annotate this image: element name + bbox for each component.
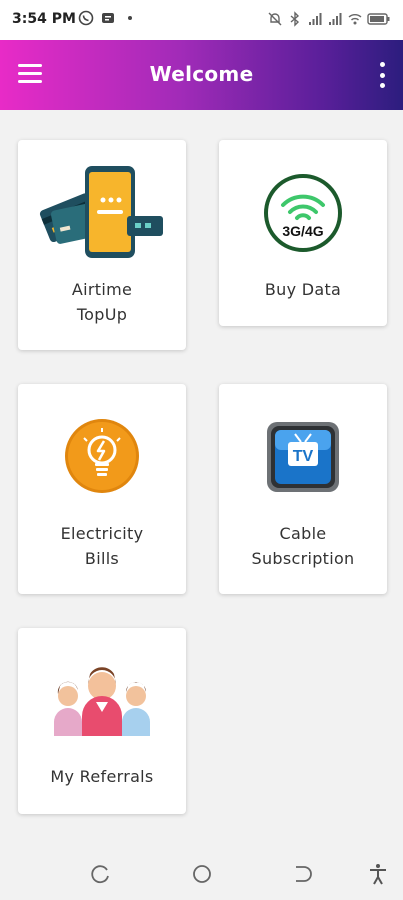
recent-apps-icon[interactable] <box>89 862 113 886</box>
status-time: 3:54 PM <box>12 11 76 27</box>
buy-data-label: Buy Data <box>264 280 342 299</box>
cable-subscription-label: Cable Subscription <box>251 524 355 568</box>
lightbulb-icon <box>18 416 186 496</box>
airtime-topup-label: Airtime TopUp <box>71 280 133 324</box>
cable-subscription-tile[interactable]: TV Cable Subscription <box>219 384 387 594</box>
referrals-people-icon <box>18 662 186 736</box>
system-nav-bar <box>0 848 403 900</box>
my-referrals-tile[interactable]: My Referrals <box>18 628 186 814</box>
my-referrals-label: My Referrals <box>50 767 154 786</box>
accessibility-icon[interactable] <box>366 862 390 886</box>
airtime-topup-tile[interactable]: Airtime TopUp <box>18 140 186 350</box>
message-icon <box>102 13 114 23</box>
electricity-bills-tile[interactable]: Electricity Bills <box>18 384 186 594</box>
tv-icon: TV <box>219 416 387 496</box>
whatsapp-icon <box>78 10 94 26</box>
more-vert-icon[interactable] <box>375 62 389 88</box>
status-bar: 3:54 PM <box>0 0 403 40</box>
signal-icon <box>329 13 342 25</box>
wifi-icon <box>348 14 362 25</box>
tv-icon-text: TV <box>293 448 314 465</box>
dot-icon <box>128 16 132 20</box>
home-icon[interactable] <box>190 862 214 886</box>
data-3g4g-icon: 3G/4G <box>219 172 387 254</box>
signal-icon <box>309 13 322 25</box>
back-icon[interactable] <box>290 862 314 886</box>
data-3g4g-text: 3G/4G <box>282 223 323 239</box>
buy-data-tile[interactable]: 3G/4G Buy Data <box>219 140 387 326</box>
app-bar: Welcome <box>0 40 403 110</box>
page-title: Welcome <box>149 62 254 86</box>
battery-icon <box>367 13 390 25</box>
airtime-phone-card-icon <box>18 162 186 262</box>
mute-icon <box>268 12 282 26</box>
electricity-bills-label: Electricity Bills <box>60 524 144 568</box>
bluetooth-icon <box>290 11 300 27</box>
